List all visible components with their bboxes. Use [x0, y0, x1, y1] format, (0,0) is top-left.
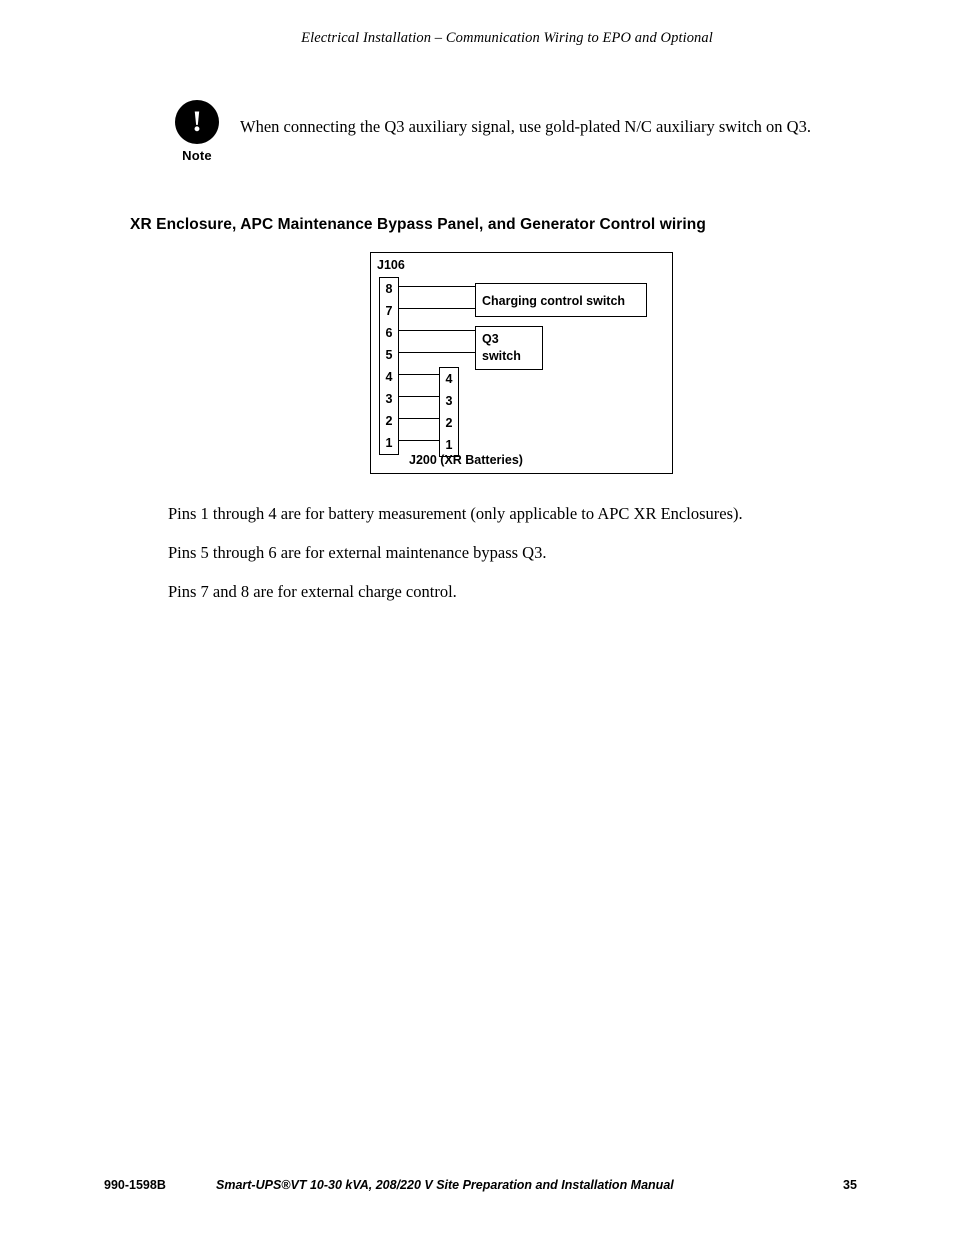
wire-pin1 — [399, 440, 439, 442]
j106-pin: 6 — [385, 326, 393, 340]
j106-pin: 2 — [385, 414, 393, 428]
j106-pin: 7 — [385, 304, 393, 318]
diagram-connector-label: J106 — [377, 258, 405, 272]
j106-pin: 3 — [385, 392, 393, 406]
j106-pin: 8 — [385, 282, 393, 296]
wire-pin3 — [399, 396, 439, 398]
page: Electrical Installation – Communication … — [0, 0, 954, 1235]
paragraph-pins-1-4: Pins 1 through 4 are for battery measure… — [168, 504, 743, 523]
j200-pin: 4 — [445, 372, 453, 386]
charging-control-switch-box: Charging control switch — [475, 283, 647, 317]
q3-box-line1: Q3 — [482, 332, 499, 346]
note-text: When connecting the Q3 auxiliary signal,… — [240, 117, 811, 136]
wire-pin7 — [399, 308, 475, 310]
wire-pin8 — [399, 286, 475, 288]
j106-pin: 4 — [385, 370, 393, 384]
footer-manual-title: Smart-UPS®VT 10-30 kVA, 208/220 V Site P… — [216, 1178, 674, 1192]
q3-box-line2: switch — [482, 349, 521, 363]
paragraph-pins-5-6: Pins 5 through 6 are for external mainte… — [168, 543, 547, 562]
footer-page-number: 35 — [843, 1178, 857, 1192]
note-block: ! Note When connecting the Q3 auxiliary … — [168, 100, 868, 172]
j200-pin: 2 — [445, 416, 453, 430]
wire-pin5 — [399, 352, 475, 354]
j200-label: J200 (XR Batteries) — [409, 453, 523, 467]
wire-pin6 — [399, 330, 475, 332]
j106-pin-column: 8 7 6 5 4 3 2 1 — [379, 277, 399, 455]
note-label: Note — [182, 148, 212, 163]
section-heading: XR Enclosure, APC Maintenance Bypass Pan… — [130, 216, 706, 233]
exclamation-icon: ! — [175, 100, 219, 144]
running-title: Electrical Installation – Communication … — [301, 30, 713, 46]
j200-pin: 3 — [445, 394, 453, 408]
page-header: Electrical Installation – Communication … — [0, 30, 954, 47]
wiring-diagram: J106 8 7 6 5 4 3 2 1 4 3 2 1 J200 (XR Ba… — [370, 252, 673, 474]
wire-pin2 — [399, 418, 439, 420]
wire-pin4 — [399, 374, 439, 376]
page-footer: 990-1598B Smart-UPS®VT 10-30 kVA, 208/22… — [0, 1178, 954, 1198]
paragraph-pins-7-8: Pins 7 and 8 are for external charge con… — [168, 582, 457, 601]
j106-pin: 1 — [385, 436, 393, 450]
j106-pin: 5 — [385, 348, 393, 362]
j200-pin-column: 4 3 2 1 — [439, 367, 459, 457]
footer-doc-number: 990-1598B — [104, 1178, 166, 1192]
q3-switch-box: Q3 switch — [475, 326, 543, 370]
note-icon-wrap: ! Note — [168, 100, 226, 163]
